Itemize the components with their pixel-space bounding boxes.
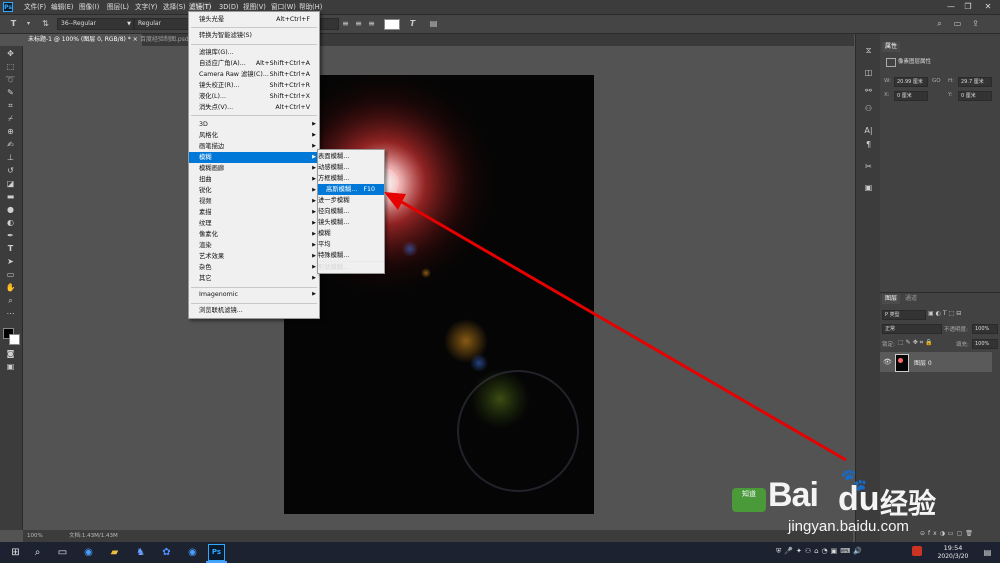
- system-tray-icons[interactable]: ⛨🎤✦⚇⌂◔▣⌨🔊: [776, 547, 865, 556]
- baidu-logo-du: du: [838, 480, 880, 518]
- file-explorer-icon[interactable]: ▰: [107, 545, 122, 560]
- photoshop-taskbar-icon[interactable]: Ps: [208, 544, 225, 561]
- baidu-netdisk-icon[interactable]: ✿: [159, 545, 174, 560]
- browser-2-icon[interactable]: ◉: [185, 545, 200, 560]
- watermark-url: jingyan.baidu.com: [788, 518, 909, 535]
- browser-icon[interactable]: ◉: [81, 545, 96, 560]
- task-view-icon[interactable]: ▭: [55, 545, 70, 560]
- search-icon[interactable]: ⌕: [30, 545, 45, 560]
- arrow-shaft: [399, 199, 847, 462]
- clock-time[interactable]: 19:54: [938, 544, 968, 552]
- baidu-logo-bai: Bai: [768, 476, 819, 514]
- ime-icon[interactable]: [912, 546, 922, 556]
- windows-start-icon[interactable]: ⊞: [8, 545, 23, 560]
- zhidao-badge: 知道: [732, 488, 766, 512]
- baidu-watermark: 知道 Bai 🐾 du 经验 jingyan.baidu.com: [730, 458, 950, 540]
- notification-center-icon[interactable]: ▤: [980, 545, 995, 560]
- clock-date[interactable]: 2020/3/20: [936, 553, 970, 560]
- baidu-logo-jingyan: 经验: [880, 487, 937, 520]
- windows-taskbar: ⊞ ⌕ ▭ ◉ ▰ ♞ ✿ ◉ Ps ⛨🎤✦⚇⌂◔▣⌨🔊 19:54 2020/…: [0, 542, 1000, 563]
- app-icon[interactable]: ♞: [133, 545, 148, 560]
